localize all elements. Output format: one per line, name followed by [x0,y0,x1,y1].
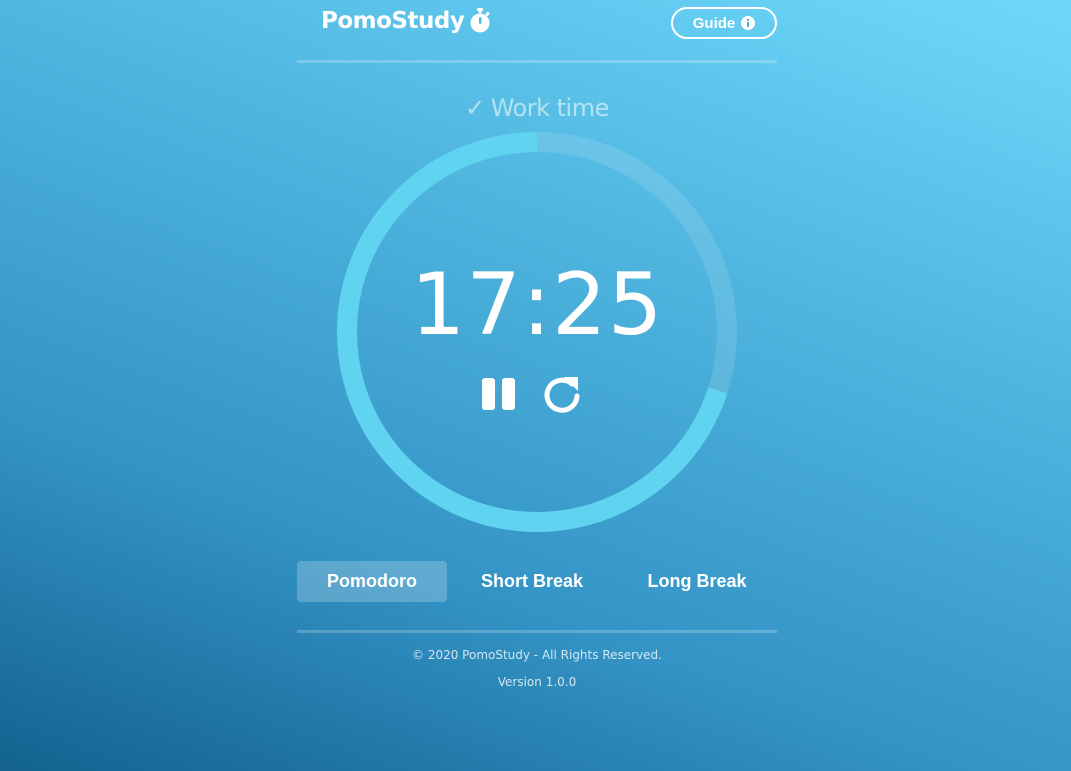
app-footer: © 2020 PomoStudy - All Rights Reserved. … [297,630,777,689]
timer-status-label: Work time [490,94,610,122]
pause-icon[interactable] [480,375,518,413]
app-logo[interactable]: PomoStudy [321,8,491,34]
stopwatch-icon [470,8,490,33]
mode-selector: Pomodoro Short Break Long Break [297,561,777,602]
check-icon: ✓ [465,94,485,122]
app-logo-text: PomoStudy [321,8,465,34]
mode-tab-long-break[interactable]: Long Break [622,561,772,602]
mode-tab-short-break[interactable]: Short Break [457,561,607,602]
guide-button-label: Guide [692,14,736,32]
info-icon [741,16,756,30]
timer-controls [480,374,582,414]
timer-display: 17:25 [410,255,664,355]
mode-tab-pomodoro[interactable]: Pomodoro [297,561,447,602]
version-text: Version 1.0.0 [497,675,577,689]
copyright-text: © 2020 PomoStudy - All Rights Reserved. [412,648,662,662]
app-header: PomoStudy Guide [297,0,777,63]
timer-status: ✓ Work time [297,94,777,122]
reset-icon[interactable] [542,374,582,414]
guide-button[interactable]: Guide [671,7,777,39]
